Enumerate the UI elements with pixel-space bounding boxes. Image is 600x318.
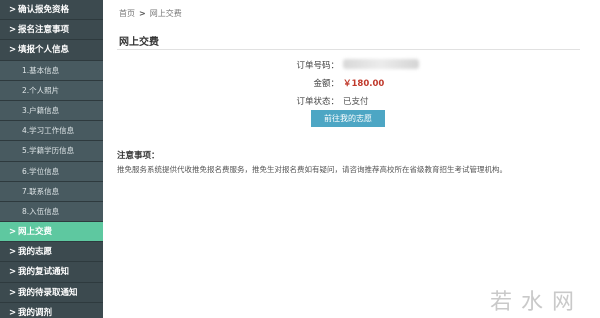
watermark-logo: 若水网 [490, 290, 584, 315]
sidebar-item-label: 我的志愿 [18, 247, 53, 258]
sidebar-item-1[interactable]: > 报名注意事项 [0, 20, 103, 41]
sidebar-item-label: 4.学习工作信息 [22, 126, 75, 136]
amount-value: ￥180.00 [343, 79, 385, 89]
sidebar-item-label: 5.学籍学历信息 [22, 146, 75, 156]
chevron-right-icon: > [9, 45, 17, 56]
sidebar-item-12[interactable]: > 我的志愿 [0, 242, 103, 263]
breadcrumb: 首页 > 网上交费 [119, 8, 182, 19]
sidebar-item-7[interactable]: 5.学籍学历信息 [0, 141, 103, 162]
status-label: 订单状态： [296, 97, 339, 107]
sidebar-item-label: 我的调剂 [18, 307, 53, 318]
order-no-value-redacted [343, 59, 419, 69]
sidebar-item-6[interactable]: 4.学习工作信息 [0, 121, 103, 142]
order-no-label: 订单号码： [296, 61, 339, 71]
page-title: 网上交费 [119, 37, 159, 48]
breadcrumb-current: 网上交费 [149, 9, 182, 18]
sidebar-item-label: 3.户籍信息 [22, 105, 60, 115]
breadcrumb-home[interactable]: 首页 [119, 9, 135, 18]
sidebar-item-label: 填报个人信息 [18, 45, 70, 56]
chevron-right-icon: > [9, 307, 17, 318]
notice-title: 注意事项： [117, 151, 160, 161]
chevron-right-icon: > [9, 5, 17, 15]
sidebar: > 确认报免资格 > 报名注意事项 > 填报个人信息 1.基本信息 2.个人照片 3.户籍信息 4… [0, 0, 103, 318]
status-value: 已支付 [343, 97, 369, 107]
sidebar-item-3[interactable]: 1.基本信息 [0, 60, 103, 81]
chevron-right-icon: > [9, 267, 17, 278]
chevron-right-icon: > [9, 25, 17, 36]
sidebar-item-14[interactable]: > 我的待录取通知 [0, 283, 103, 303]
sidebar-item-label: 1.基本信息 [22, 65, 60, 75]
sidebar-item-13[interactable]: > 我的复试通知 [0, 262, 103, 283]
sidebar-item-2[interactable]: > 填报个人信息 [0, 40, 103, 61]
sidebar-item-15[interactable]: > 我的调剂 [0, 303, 103, 318]
sidebar-item-0[interactable]: > 确认报免资格 [0, 0, 103, 21]
sidebar-item-label: 我的复试通知 [18, 267, 70, 278]
title-divider [117, 49, 580, 50]
breadcrumb-separator: > [139, 9, 146, 18]
chevron-right-icon: > [9, 227, 17, 238]
sidebar-item-8[interactable]: 6.学位信息 [0, 161, 103, 182]
sidebar-item-label: 8.入伍信息 [22, 206, 60, 216]
sidebar-item-label: 确认报免资格 [18, 5, 70, 15]
sidebar-item-11[interactable]: > 网上交费 [0, 222, 103, 243]
notice-text: 推免服务系统提供代收推免报名费服务，推免生对报名费如有疑问，请咨询推荐高校所在省… [117, 165, 507, 174]
sidebar-item-label: 2.个人照片 [22, 85, 60, 95]
chevron-right-icon: > [9, 247, 17, 258]
sidebar-item-label: 报名注意事项 [18, 25, 70, 36]
view-my-application-button[interactable]: 前往我的志愿 [311, 110, 385, 127]
sidebar-item-label: 7.联系信息 [22, 186, 60, 196]
sidebar-item-4[interactable]: 2.个人照片 [0, 80, 103, 101]
chevron-right-icon: > [9, 287, 17, 298]
sidebar-item-label: 6.学位信息 [22, 166, 60, 176]
sidebar-item-label: 我的待录取通知 [18, 287, 78, 298]
sidebar-item-label: 网上交费 [18, 227, 53, 238]
sidebar-item-5[interactable]: 3.户籍信息 [0, 100, 103, 122]
sidebar-item-10[interactable]: 8.入伍信息 [0, 201, 103, 223]
amount-label: 金额： [313, 79, 339, 89]
sidebar-item-9[interactable]: 7.联系信息 [0, 181, 103, 202]
